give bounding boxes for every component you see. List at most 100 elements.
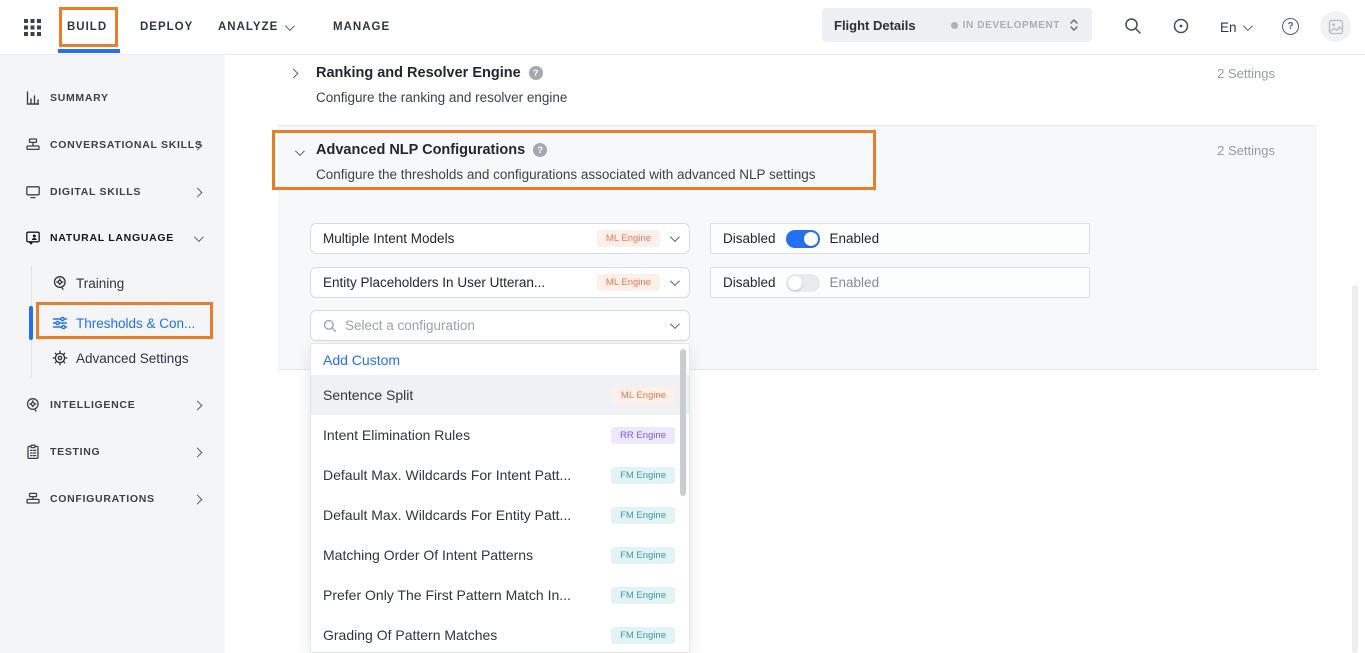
testing-icon: [25, 444, 41, 460]
engine-badge: ML Engine: [597, 274, 660, 291]
tab-manage[interactable]: MANAGE: [333, 0, 390, 54]
dropdown-option-prefer-first-pattern[interactable]: Prefer Only The First Pattern Match In..…: [311, 575, 689, 615]
profile-avatar[interactable]: [1320, 11, 1351, 42]
target-icon[interactable]: [1172, 17, 1190, 35]
dropdown-option-max-wildcards-entity[interactable]: Default Max. Wildcards For Entity Patt..…: [311, 495, 689, 535]
help-icon[interactable]: ?: [529, 66, 543, 80]
toggle-switch-off[interactable]: [786, 274, 820, 292]
dropdown-option-intent-elimination[interactable]: Intent Elimination Rules RR Engine: [311, 415, 689, 455]
chevron-down-icon[interactable]: [295, 146, 305, 156]
help-icon[interactable]: ?: [533, 143, 547, 157]
sidebar-item-label: NATURAL LANGUAGE: [50, 232, 174, 244]
section-subtitle-ranking: Configure the ranking and resolver engin…: [316, 90, 567, 105]
engine-badge: FM Engine: [611, 507, 675, 524]
sidebar-item-label: INTELLIGENCE: [50, 399, 135, 411]
toggle-disabled-label: Disabled: [723, 231, 776, 246]
search-icon[interactable]: [1124, 17, 1142, 35]
sidebar-item-summary[interactable]: SUMMARY: [0, 88, 225, 108]
engine-badge: RR Engine: [611, 427, 675, 444]
engine-badge: FM Engine: [611, 547, 675, 564]
thresholds-icon: [52, 315, 68, 331]
natural-language-icon: [25, 230, 41, 246]
toggle-disabled-label: Disabled: [723, 275, 776, 290]
sidebar-item-configurations[interactable]: CONFIGURATIONS: [0, 489, 225, 509]
sidebar-item-label: Advanced Settings: [76, 351, 189, 366]
setting-label: Multiple Intent Models: [323, 231, 587, 246]
setting-dropdown-multiple-intent-models[interactable]: Multiple Intent Models ML Engine: [310, 223, 690, 254]
dropdown-option-matching-order[interactable]: Matching Order Of Intent Patterns FM Eng…: [311, 535, 689, 575]
config-select-placeholder: Select a configuration: [345, 318, 662, 333]
sidebar-item-label: CONFIGURATIONS: [50, 493, 155, 505]
chevron-down-icon: [194, 232, 204, 242]
tab-manage-label: MANAGE: [333, 21, 390, 33]
dropdown-option-grading-pattern-matches[interactable]: Grading Of Pattern Matches FM Engine: [311, 615, 689, 653]
sidebar-item-conversational-skills[interactable]: CONVERSATIONAL SKILLS: [0, 135, 225, 155]
apps-grid-icon[interactable]: [24, 19, 41, 36]
engine-badge: FM Engine: [611, 627, 675, 644]
bot-name: Flight Details: [834, 18, 951, 33]
main-content: Ranking and Resolver Engine ? Configure …: [225, 55, 1365, 653]
bar-chart-icon: [25, 90, 41, 106]
tab-deploy[interactable]: DEPLOY: [140, 0, 193, 54]
intelligence-icon: [25, 397, 41, 413]
configurations-icon: [25, 491, 41, 507]
setting-label: Entity Placeholders In User Utteran...: [323, 275, 587, 290]
training-icon: [52, 275, 68, 291]
sidebar-item-label: Thresholds & Con...: [76, 316, 195, 331]
sidebar-item-testing[interactable]: TESTING: [0, 442, 225, 462]
chevron-right-icon[interactable]: [289, 69, 299, 79]
settings-count: 2 Settings: [1217, 143, 1275, 158]
setting-dropdown-entity-placeholders[interactable]: Entity Placeholders In User Utteran... M…: [310, 267, 690, 298]
sidebar-item-thresholds[interactable]: Thresholds & Con...: [0, 311, 225, 335]
help-icon[interactable]: ?: [1282, 18, 1299, 35]
chevron-right-icon: [193, 187, 203, 197]
tab-build[interactable]: BUILD: [67, 0, 107, 54]
dropdown-option-max-wildcards-intent[interactable]: Default Max. Wildcards For Intent Patt..…: [311, 455, 689, 495]
engine-badge: ML Engine: [612, 387, 675, 404]
sidebar-item-intelligence[interactable]: INTELLIGENCE: [0, 395, 225, 415]
bot-selector[interactable]: Flight Details IN DEVELOPMENT: [822, 8, 1092, 42]
dropdown-option-sentence-split[interactable]: Sentence Split ML Engine: [311, 375, 689, 415]
top-header: BUILD DEPLOY ANALYZE MANAGE Flight Detai…: [0, 0, 1365, 55]
conversational-skills-icon: [25, 137, 41, 153]
section-title-advanced-nlp[interactable]: Advanced NLP Configurations ?: [316, 142, 547, 158]
dropdown-scrollbar[interactable]: [680, 349, 686, 496]
add-custom-link[interactable]: Add Custom: [311, 344, 689, 375]
chevron-down-icon: [670, 319, 680, 329]
active-tab-indicator: [58, 49, 120, 53]
section-subtitle-advanced-nlp: Configure the thresholds and configurati…: [316, 167, 816, 182]
search-icon: [323, 319, 337, 333]
toggle-enabled-label: Enabled: [830, 275, 880, 290]
engine-badge: FM Engine: [611, 587, 675, 604]
bot-status-badge: IN DEVELOPMENT: [951, 20, 1060, 31]
sidebar-item-label: CONVERSATIONAL SKILLS: [50, 139, 203, 151]
bot-status-label: IN DEVELOPMENT: [963, 20, 1060, 31]
select-updown-icon: [1068, 18, 1080, 32]
page-scrollbar[interactable]: [1352, 285, 1358, 653]
config-dropdown-panel: Add Custom Sentence Split ML Engine Inte…: [310, 343, 690, 653]
chevron-down-icon: [670, 276, 680, 286]
tab-analyze[interactable]: ANALYZE: [218, 0, 292, 54]
section-title-ranking[interactable]: Ranking and Resolver Engine ?: [316, 65, 543, 81]
language-label: En: [1220, 20, 1237, 35]
sidebar-item-digital-skills[interactable]: DIGITAL SKILLS: [0, 182, 225, 202]
toggle-switch-on[interactable]: [786, 230, 820, 248]
app-root: BUILD DEPLOY ANALYZE MANAGE Flight Detai…: [0, 0, 1365, 653]
tab-deploy-label: DEPLOY: [140, 21, 193, 33]
sidebar-item-training[interactable]: Training: [0, 271, 225, 295]
settings-count: 2 Settings: [1217, 66, 1275, 81]
tab-analyze-label: ANALYZE: [218, 21, 278, 33]
chevron-down-icon: [285, 21, 295, 31]
chevron-right-icon: [193, 447, 203, 457]
chevron-down-icon: [1242, 21, 1252, 31]
chevron-right-icon: [193, 494, 203, 504]
sidebar-item-advanced-settings[interactable]: Advanced Settings: [0, 346, 225, 370]
chevron-right-icon: [193, 400, 203, 410]
sidebar: SUMMARY CONVERSATIONAL SKILLS DIGITAL SK…: [0, 55, 225, 653]
status-dot-icon: [951, 22, 958, 29]
language-selector[interactable]: En: [1220, 0, 1250, 54]
sidebar-item-label: TESTING: [50, 446, 100, 458]
sidebar-item-natural-language[interactable]: NATURAL LANGUAGE: [0, 228, 225, 248]
toggle-enabled-label: Enabled: [830, 231, 880, 246]
config-search-select[interactable]: Select a configuration: [310, 310, 690, 341]
